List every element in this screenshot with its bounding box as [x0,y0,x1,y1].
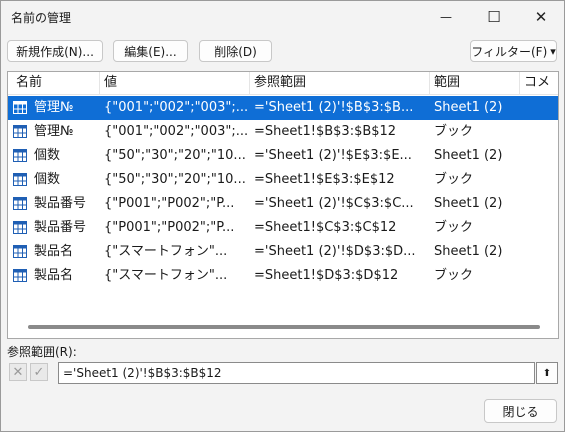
column-header-scope[interactable]: 範囲 [430,72,520,94]
confirm-edit-button[interactable]: ✓ [30,363,48,381]
names-list[interactable]: 名前 値 参照範囲 範囲 コメ 管理№ {"001";"002";"003";..… [7,71,559,339]
maximize-icon: ☐ [487,8,501,26]
new-button-label: 新規作成(N)... [16,44,94,59]
column-header-comment[interactable]: コメ [520,72,558,94]
row-value-cell: {"スマートフォン"... [104,244,228,259]
row-value-cell: {"001";"002";"003";... [104,100,249,115]
list-row[interactable]: 管理№ {"001";"002";"003";... =Sheet1!$B$3:$B… [8,120,558,144]
row-value-cell: {"P001";"P002";"P... [104,196,235,211]
horizontal-scrollbar[interactable] [28,325,540,329]
title-bar: 名前の管理 — ☐ ✕ [1,1,564,33]
row-scope-cell: Sheet1 (2) [434,244,503,259]
row-scope-cell: Sheet1 (2) [434,196,503,211]
list-row[interactable]: 個数 {"50";"30";"20";"10... ='Sheet1 (2)'!$E… [8,144,558,168]
chevron-down-icon: ▾ [550,44,556,58]
close-button-label: 閉じる [502,404,539,419]
column-header-value[interactable]: 値 [100,72,250,94]
row-name-cell: 製品番号 [34,220,87,235]
table-name-icon [13,173,27,186]
row-refers-to-cell: =Sheet1!$B$3:$B$12 [254,124,397,139]
row-value-cell: {"50";"30";"20";"10... [104,148,246,163]
minimize-button[interactable]: — [423,1,469,33]
table-name-icon [13,149,27,162]
refers-to-label: 参照範囲(R): [7,345,77,359]
collapse-icon: ⬆ [542,367,552,379]
check-icon: ✓ [33,364,45,380]
cancel-edit-button[interactable]: ✕ [9,363,27,381]
table-name-icon [13,197,27,210]
row-value-cell: {"スマートフォン"... [104,268,228,283]
table-name-icon [13,101,27,114]
row-refers-to-cell: =Sheet1!$D$3:$D$12 [254,268,399,283]
close-window-button[interactable]: ✕ [518,1,564,33]
list-header: 名前 値 参照範囲 範囲 コメ [8,72,558,95]
filter-button[interactable]: フィルター(F) ▾ [470,40,557,62]
row-refers-to-cell: =Sheet1!$C$3:$C$12 [254,220,397,235]
row-scope-cell: ブック [434,172,474,187]
table-name-icon [13,125,27,138]
list-row[interactable]: 製品番号 {"P001";"P002";"P... ='Sheet1 (2)'!$C… [8,192,558,216]
row-refers-to-cell: ='Sheet1 (2)'!$C$3:$C... [254,196,414,211]
row-name-cell: 製品名 [34,268,74,283]
row-name-cell: 管理№ [34,100,74,115]
list-row[interactable]: 製品番号 {"P001";"P002";"P... =Sheet1!$C$3:$C$… [8,216,558,240]
column-header-name[interactable]: 名前 [8,72,100,94]
maximize-button[interactable]: ☐ [471,1,517,33]
filter-button-label: フィルター(F) [471,44,548,59]
row-scope-cell: Sheet1 (2) [434,148,503,163]
table-name-icon [13,221,27,234]
window-title: 名前の管理 [11,11,72,25]
row-scope-cell: ブック [434,220,474,235]
row-scope-cell: Sheet1 (2) [434,100,503,115]
collapse-dialog-button[interactable]: ⬆ [536,362,558,384]
list-row[interactable]: 製品名 {"スマートフォン"... =Sheet1!$D$3:$D$12 ブック [8,264,558,288]
row-scope-cell: ブック [434,268,474,283]
row-refers-to-cell: ='Sheet1 (2)'!$E$3:$E... [254,148,412,163]
list-row[interactable]: 管理№ {"001";"002";"003";... ='Sheet1 (2)'!$… [8,96,558,120]
minimize-icon: — [440,10,452,24]
list-row[interactable]: 個数 {"50";"30";"20";"10... =Sheet1!$E$3:$E$… [8,168,558,192]
edit-name-button[interactable]: 編集(E)... [113,40,188,62]
column-header-refers-to[interactable]: 参照範囲 [250,72,430,94]
row-name-cell: 製品番号 [34,196,87,211]
row-refers-to-cell: ='Sheet1 (2)'!$D$3:$D... [254,244,416,259]
table-name-icon [13,245,27,258]
name-manager-dialog: 名前の管理 — ☐ ✕ 新規作成(N)... 編集(E)... 削除(D) フィ… [0,0,565,432]
row-value-cell: {"001";"002";"003";... [104,124,249,139]
delete-name-button[interactable]: 削除(D) [199,40,272,62]
row-name-cell: 管理№ [34,124,74,139]
close-icon: ✕ [534,8,548,26]
row-refers-to-cell: ='Sheet1 (2)'!$B$3:$B... [254,100,414,115]
close-button[interactable]: 閉じる [484,399,557,423]
cancel-icon: ✕ [12,364,24,380]
refers-to-input[interactable]: ='Sheet1 (2)'!$B$3:$B$12 [58,362,535,384]
row-refers-to-cell: =Sheet1!$E$3:$E$12 [254,172,395,187]
row-name-cell: 個数 [34,148,61,163]
row-value-cell: {"50";"30";"20";"10... [104,172,246,187]
table-name-icon [13,269,27,282]
row-name-cell: 製品名 [34,244,74,259]
row-value-cell: {"P001";"P002";"P... [104,220,235,235]
row-scope-cell: ブック [434,124,474,139]
edit-button-label: 編集(E)... [124,44,177,59]
row-name-cell: 個数 [34,172,61,187]
list-row[interactable]: 製品名 {"スマートフォン"... ='Sheet1 (2)'!$D$3:$D...… [8,240,558,264]
new-name-button[interactable]: 新規作成(N)... [7,40,103,62]
delete-button-label: 削除(D) [214,44,257,59]
